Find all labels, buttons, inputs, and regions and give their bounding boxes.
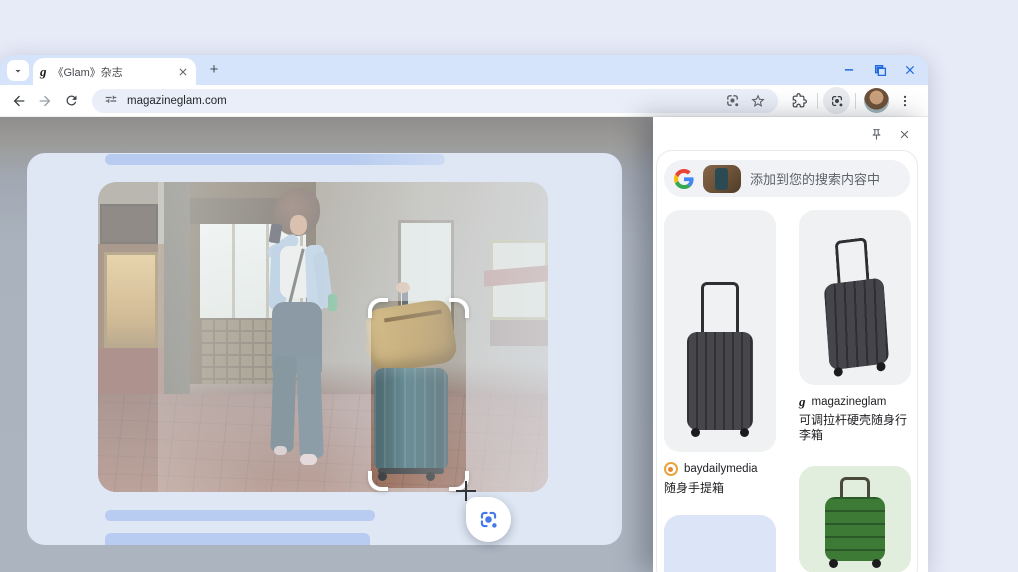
- back-button[interactable]: [6, 88, 32, 114]
- result-card-blue-suitcase[interactable]: [664, 515, 776, 572]
- profile-avatar[interactable]: [864, 88, 889, 113]
- tab-title: 《Glam》杂志: [53, 64, 172, 80]
- window-close-button[interactable]: [902, 62, 918, 78]
- magazineglam-favicon: g: [799, 395, 806, 408]
- skeleton-text-bar: [105, 510, 375, 521]
- browser-window: g 《Glam》杂志 +: [0, 55, 928, 572]
- selection-thumbnail: [703, 165, 741, 193]
- search-placeholder: 添加到您的搜索内容中: [750, 169, 880, 188]
- results-column-1: baydailymedia 随身手提箱: [664, 210, 776, 572]
- tab-favicon: g: [40, 65, 47, 78]
- lens-side-panel: 添加到您的搜索内容中 baydailymedia: [653, 117, 928, 572]
- webpage-viewport[interactable]: [0, 117, 653, 572]
- pin-icon[interactable]: [868, 126, 884, 142]
- selection-handle-top-left[interactable]: [368, 298, 388, 318]
- article-photo-woman-with-luggage[interactable]: [98, 182, 548, 492]
- extensions-icon[interactable]: [786, 88, 812, 114]
- google-logo: [674, 169, 694, 189]
- lens-selection-region[interactable]: [371, 301, 466, 488]
- result-title[interactable]: 可调拉杆硬壳随身行李箱: [799, 413, 911, 443]
- tab-strip: g 《Glam》杂志 +: [0, 55, 928, 85]
- lens-icon: [478, 509, 499, 530]
- toolbar-divider: [817, 93, 818, 109]
- site-info-icon[interactable]: [104, 94, 118, 108]
- results-grid: baydailymedia 随身手提箱: [657, 210, 917, 572]
- lens-session-button[interactable]: [823, 87, 850, 114]
- toolbar-divider: [855, 93, 856, 109]
- skeleton-text-bar: [105, 154, 445, 165]
- tab-close-icon[interactable]: [177, 66, 189, 78]
- address-bar[interactable]: magazineglam.com: [92, 89, 778, 113]
- suitcase-image: [821, 235, 890, 370]
- bookmark-star-icon[interactable]: [750, 93, 766, 109]
- forward-button[interactable]: [32, 88, 58, 114]
- window-minimize-button[interactable]: [841, 62, 857, 78]
- chevron-down-icon: [12, 65, 24, 77]
- window-restore-button[interactable]: [872, 62, 888, 78]
- browser-toolbar: magazineglam.com: [0, 85, 928, 117]
- result-source: magazineglam: [812, 396, 887, 408]
- lens-address-icon[interactable]: [725, 93, 740, 108]
- photo-wall-sign: [100, 204, 158, 244]
- new-tab-button[interactable]: +: [205, 61, 223, 79]
- url-text: magazineglam.com: [127, 95, 227, 107]
- menu-kebab-icon[interactable]: [892, 88, 918, 114]
- result-card-green-suitcase[interactable]: [799, 466, 911, 572]
- baydailymedia-favicon: [664, 462, 678, 476]
- result-source: baydailymedia: [684, 463, 758, 475]
- reload-button[interactable]: [58, 88, 84, 114]
- side-panel-close-icon[interactable]: [896, 126, 912, 142]
- desktop: g 《Glam》杂志 +: [0, 0, 1018, 572]
- result-card-dark-hardshell-suitcase[interactable]: [799, 210, 911, 385]
- tab-glam-magazine[interactable]: g 《Glam》杂志: [33, 58, 196, 85]
- lens-search-fab[interactable]: [466, 497, 511, 542]
- side-panel-header: [653, 117, 928, 150]
- results-column-2: g magazineglam 可调拉杆硬壳随身行李箱: [799, 210, 911, 572]
- suitcase-image: [687, 282, 753, 430]
- result-card-dark-gray-suitcase[interactable]: [664, 210, 776, 452]
- lens-search-bar[interactable]: 添加到您的搜索内容中: [664, 160, 910, 197]
- result-source-row[interactable]: baydailymedia: [664, 462, 776, 476]
- lens-results-card: 添加到您的搜索内容中 baydailymedia: [656, 150, 918, 572]
- result-source-row[interactable]: g magazineglam: [799, 395, 911, 408]
- result-title[interactable]: 随身手提箱: [664, 481, 776, 496]
- suitcase-image: [825, 477, 885, 561]
- skeleton-text-bar: [105, 533, 370, 545]
- tab-search-button[interactable]: [7, 60, 29, 81]
